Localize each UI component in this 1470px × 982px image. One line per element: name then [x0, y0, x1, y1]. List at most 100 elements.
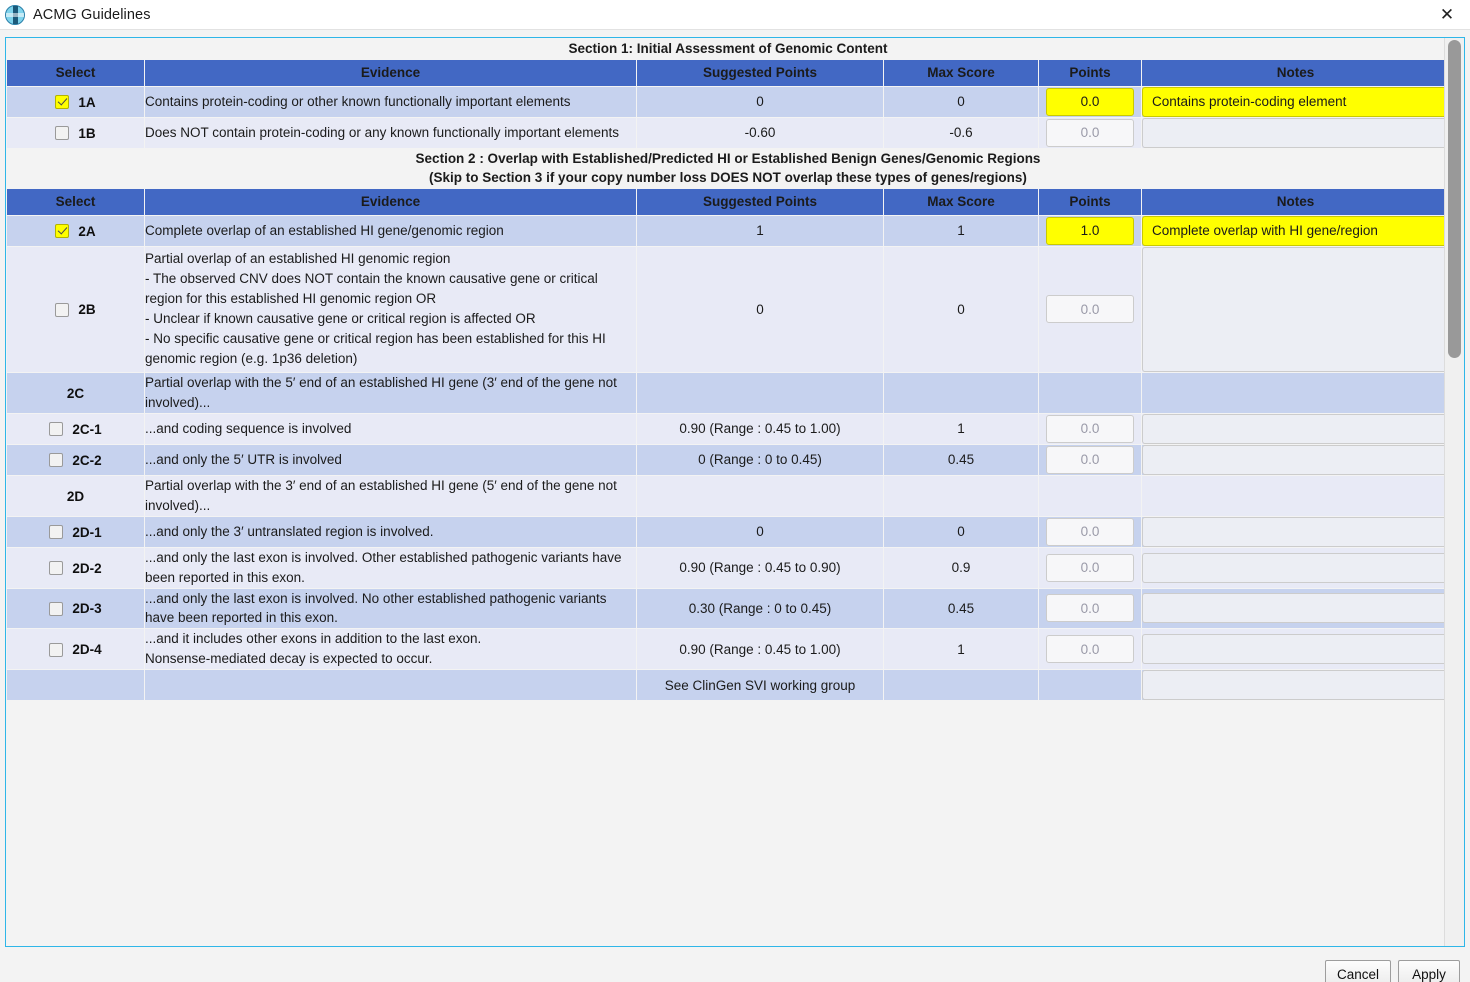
notes-cell: Contains protein-coding element: [1142, 86, 1444, 117]
max-score-value: [884, 372, 1038, 413]
points-cell: [1039, 475, 1141, 516]
criteria-code-label: 2D-3: [72, 601, 102, 617]
points-input-1B[interactable]: 0.0: [1046, 118, 1134, 147]
section-title: Section 2 : Overlap with Established/Pre…: [7, 148, 1444, 188]
notes-input-2D-1[interactable]: [1142, 516, 1444, 547]
checkbox-2C-2[interactable]: [49, 453, 64, 468]
close-icon[interactable]: ✕: [1424, 0, 1470, 30]
criteria-code-label: 2C-2: [72, 452, 102, 468]
points-input-2D-1[interactable]: 0.0: [1046, 517, 1134, 546]
checkbox-2D-3[interactable]: [49, 601, 64, 616]
notes-input-2C-2[interactable]: [1142, 444, 1444, 475]
criteria-code-label: 2D: [66, 488, 85, 504]
scroll-frame: Section 1: Initial Assessment of Genomic…: [5, 37, 1465, 947]
points-input-1A[interactable]: 0.0: [1046, 87, 1134, 116]
criteria-code-label: 1A: [78, 94, 96, 110]
points-cell: 0.0: [1039, 117, 1141, 148]
notes-cell: [1142, 629, 1444, 670]
select-cell: 2C: [7, 372, 144, 413]
notes-input-2D-2[interactable]: [1142, 552, 1444, 583]
select-cell: 1B: [7, 117, 144, 148]
evidence-text: Complete overlap of an established HI ge…: [145, 215, 636, 246]
vertical-scrollbar[interactable]: [1444, 38, 1464, 946]
criteria-row-2D-1: 2D-1 ...and only the 3′ untranslated regi…: [7, 516, 1444, 547]
max-score-value: [884, 475, 1038, 516]
points-input-2C-2[interactable]: 0.0: [1046, 445, 1134, 474]
notes-input-2B[interactable]: [1142, 246, 1444, 372]
column-header-max-score: Max Score: [884, 188, 1038, 215]
max-score-value: 0: [884, 516, 1038, 547]
points-input-2A[interactable]: 1.0: [1046, 216, 1134, 245]
scrollbar-thumb[interactable]: [1448, 40, 1461, 358]
app-logo-icon: [5, 4, 25, 25]
points-cell: 0.0: [1039, 86, 1141, 117]
criteria-row-2C-2: 2C-2 ...and only the 5′ UTR is involved 0 …: [7, 444, 1444, 475]
select-cell: 2C-2: [7, 444, 144, 475]
max-score-value: 0.9: [884, 547, 1038, 588]
checkbox-2C-1[interactable]: [49, 422, 64, 437]
column-header-row: Select Evidence Suggested Points Max Score P…: [7, 59, 1444, 86]
criteria-row-2D-4: 2D-4 ...and it includes other exons in ad…: [7, 629, 1444, 670]
points-input-2D-3[interactable]: 0.0: [1046, 594, 1134, 623]
suggested-points-value: 0: [637, 86, 883, 117]
select-cell: 2C-1: [7, 413, 144, 444]
evidence-text: ...and coding sequence is involved: [145, 413, 636, 444]
criteria-code-label: 2D-1: [72, 524, 102, 540]
cancel-button[interactable]: Cancel: [1324, 960, 1391, 982]
points-cell: 0.0: [1039, 516, 1141, 547]
dialog-footer: Cancel Apply: [0, 950, 1470, 982]
suggested-points-value: 1: [637, 215, 883, 246]
max-score-value: 1: [884, 413, 1038, 444]
max-score-value: [884, 670, 1038, 701]
notes-input-continued[interactable]: [1142, 670, 1444, 701]
notes-input-2D-4[interactable]: [1142, 634, 1444, 665]
max-score-value: -0.6: [884, 117, 1038, 148]
suggested-points-value: 0.30 (Range : 0 to 0.45): [637, 588, 883, 629]
section-title: Section 1: Initial Assessment of Genomic…: [7, 39, 1444, 59]
points-cell: 0.0: [1039, 246, 1141, 372]
notes-cell: [1142, 444, 1444, 475]
evidence-text: Partial overlap with the 3′ end of an es…: [145, 475, 636, 516]
checkbox-2A[interactable]: [55, 224, 70, 239]
points-cell: [1039, 372, 1141, 413]
criteria-code-label: 2C: [66, 385, 85, 401]
criteria-code-label: 2B: [78, 302, 96, 318]
column-header-evidence: Evidence: [145, 59, 636, 86]
checkbox-2B[interactable]: [55, 302, 70, 317]
notes-input-2A[interactable]: Complete overlap with HI gene/region: [1142, 215, 1444, 246]
points-input-2D-4[interactable]: 0.0: [1046, 635, 1134, 664]
apply-button[interactable]: Apply: [1398, 960, 1460, 982]
select-cell: 2D: [7, 475, 144, 516]
column-header-notes: Notes: [1142, 188, 1444, 215]
checkbox-1A[interactable]: [55, 95, 70, 110]
column-header-evidence: Evidence: [145, 188, 636, 215]
notes-cell: [1142, 670, 1444, 701]
notes-cell: [1142, 246, 1444, 372]
points-input-2D-2[interactable]: 0.0: [1046, 553, 1134, 582]
checkbox-2D-2[interactable]: [49, 561, 64, 575]
max-score-value: 1: [884, 629, 1038, 670]
criteria-row-2C: 2C Partial overlap with the 5′ end of an …: [7, 372, 1444, 413]
notes-cell: [1142, 475, 1444, 516]
points-cell: 0.0: [1039, 588, 1141, 629]
criteria-code-label: 2D-4: [72, 642, 102, 658]
notes-input-2D-3[interactable]: [1142, 593, 1444, 624]
suggested-points-value: 0: [637, 516, 883, 547]
points-input-2C-1[interactable]: 0.0: [1046, 414, 1134, 443]
notes-cell: Complete overlap with HI gene/region: [1142, 215, 1444, 246]
suggested-points-value: 0.90 (Range : 0.45 to 0.90): [637, 547, 883, 588]
evidence-text: Does NOT contain protein-coding or any k…: [145, 117, 636, 148]
points-cell: 1.0: [1039, 215, 1141, 246]
notes-input-1A[interactable]: Contains protein-coding element: [1142, 86, 1444, 117]
column-header-select: Select: [7, 188, 144, 215]
checkbox-1B[interactable]: [55, 126, 70, 141]
notes-input-2C-1[interactable]: [1142, 413, 1444, 444]
checkbox-2D-1[interactable]: [49, 525, 64, 540]
notes-input-1B[interactable]: [1142, 117, 1444, 148]
points-input-2B[interactable]: 0.0: [1046, 295, 1134, 324]
evidence-text: ...and it includes other exons in additi…: [145, 629, 636, 670]
column-header-points: Points: [1039, 59, 1141, 86]
checkbox-2D-4[interactable]: [49, 642, 64, 657]
notes-cell: [1142, 588, 1444, 629]
max-score-value: 0: [884, 246, 1038, 372]
